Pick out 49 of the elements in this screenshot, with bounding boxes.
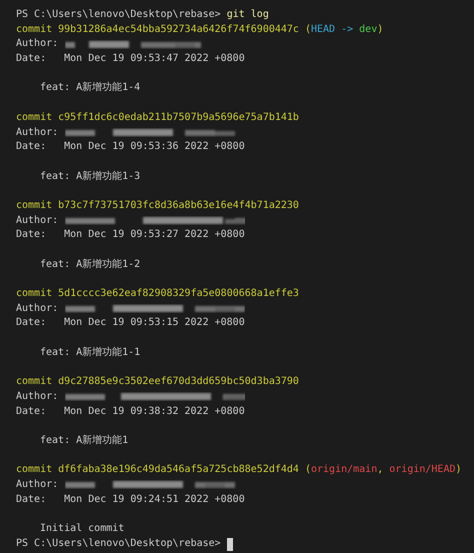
date-label: Date: — [16, 140, 46, 154]
commit-keyword: commit — [16, 110, 52, 125]
ref-label: ) — [377, 22, 384, 37]
commit-hash: df6faba38e196c49da546af5a725cb88e52df4d4 — [58, 463, 299, 478]
commit-keyword: commit — [16, 287, 52, 302]
commit-date: Mon Dec 19 09:53:27 2022 +0800 — [64, 228, 245, 242]
commit-keyword: commit — [16, 375, 52, 390]
author-label: Author: — [16, 478, 58, 492]
commit-date: Mon Dec 19 09:53:36 2022 +0800 — [64, 140, 245, 154]
commit-message: Initial commit — [40, 522, 124, 536]
commit-hash: 5d1cccc3e62eaf82908329fa5e0800668a1effe3 — [58, 287, 299, 302]
commit-hash: c95ff1dc6c0edab211b7507b9a5696e75a7b141b — [58, 110, 299, 125]
command-text: git log — [226, 8, 269, 22]
commit-message: feat: A新增功能1-2 — [40, 258, 140, 272]
date-label: Date: — [16, 492, 46, 507]
commit-date: Mon Dec 19 09:38:32 2022 +0800 — [64, 404, 245, 419]
commit-hash: 99b31286a4ec54bba592734a6426f74f6900447c — [58, 22, 299, 37]
author-label: Author: — [16, 37, 58, 52]
commit-date: Mon Dec 19 09:53:47 2022 +0800 — [64, 52, 245, 66]
commit-hash: b73c7f73751703fc8d36a8b63e16e4f4b71a2230 — [58, 198, 299, 213]
ref-label: ( — [304, 22, 311, 37]
cursor-icon — [226, 538, 233, 551]
prompt-path: PS C:\Users\lenovo\Desktop\rebase> — [16, 8, 221, 22]
commit-message: feat: A新增功能1 — [40, 434, 128, 448]
ref-label: origin/main — [310, 463, 378, 478]
ref-label: , — [377, 463, 384, 478]
ref-label: ( — [304, 463, 311, 478]
date-label: Date: — [16, 228, 46, 242]
date-label: Date: — [16, 316, 46, 330]
date-label: Date: — [16, 52, 46, 66]
author-label: Author: — [16, 390, 58, 404]
commit-keyword: commit — [16, 463, 52, 478]
date-label: Date: — [16, 404, 46, 419]
commit-keyword: commit — [16, 198, 52, 213]
ref-label: dev — [359, 22, 378, 37]
ref-label: origin/HEAD — [389, 463, 456, 478]
ref-label: HEAD -> — [310, 22, 354, 37]
commit-date: Mon Dec 19 09:53:15 2022 +0800 — [64, 316, 245, 330]
author-label: Author: — [16, 214, 58, 228]
commit-keyword: commit — [16, 22, 52, 37]
commit-message: feat: A新增功能1-3 — [40, 170, 140, 184]
author-label: Author: — [16, 302, 58, 316]
ref-label: ) — [456, 463, 462, 478]
prompt-path: PS C:\Users\lenovo\Desktop\rebase> — [16, 536, 221, 551]
commit-date: Mon Dec 19 09:24:51 2022 +0800 — [64, 492, 245, 507]
commit-message: feat: A新增功能1-1 — [40, 346, 140, 360]
commit-message: feat: A新增功能1-4 — [40, 81, 140, 96]
commit-hash: d9c27885e9c3502eef670d3dd659bc50d3ba3790 — [58, 375, 299, 390]
author-label: Author: — [16, 126, 58, 140]
